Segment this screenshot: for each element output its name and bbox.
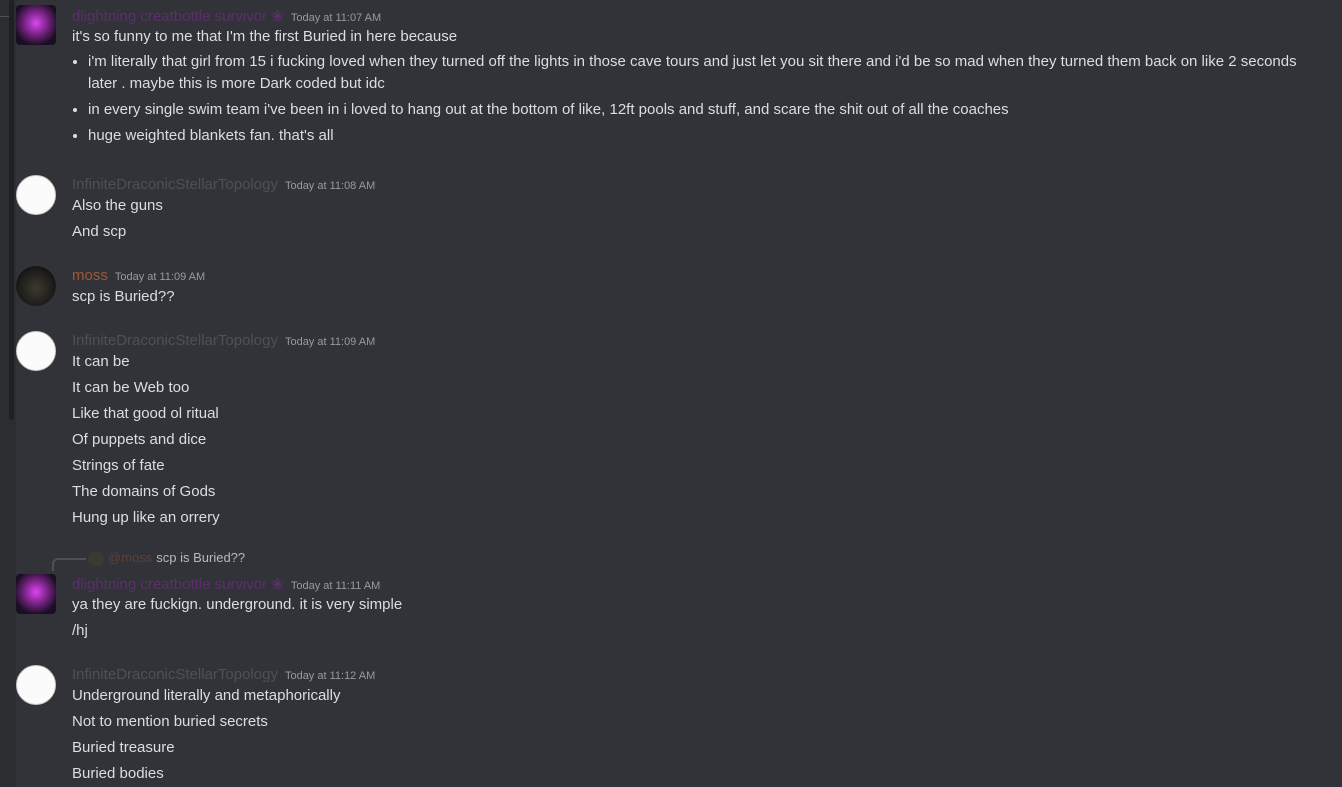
divider [0,16,9,17]
message-text: Like that good ol ritual [72,405,219,422]
message-header: moss Today at 11:09 AM [72,267,205,285]
chat-scrollbar[interactable] [0,0,16,787]
avatar[interactable] [16,175,56,215]
list-item: in every single swim team i've been in i… [88,99,1308,121]
timestamp: Today at 11:09 AM [114,271,206,283]
username[interactable]: moss [72,267,108,284]
username[interactable]: InfiniteDraconicStellarTopology [72,332,278,349]
avatar[interactable] [16,331,56,371]
message-text: scp is Buried?? [72,288,175,305]
timestamp: Today at 11:11 AM [290,580,381,592]
message-text: Also the guns [72,197,163,214]
avatar[interactable] [16,665,56,705]
scrollbar-thumb[interactable] [9,0,14,420]
username[interactable]: dlightning creatbottle survivor ❀ [72,8,284,25]
message-text: ya they are fuckign. underground. it is … [72,596,403,613]
message-text: Buried bodies [72,765,164,782]
message-text: it's so funny to me that I'm the first B… [72,28,458,45]
timestamp: Today at 11:12 AM [284,670,376,682]
message-text: Buried treasure [72,739,175,756]
reply-snippet[interactable]: scp is Buried?? [156,550,245,565]
timestamp: Today at 11:07 AM [290,12,382,24]
list-item: huge weighted blankets fan. that's all [88,125,1308,147]
message-header: dlightning creatbottle survivor ❀ Today a… [72,7,381,25]
avatar[interactable] [16,266,56,306]
message-text: It can be [72,353,130,370]
message-header: InfiniteDraconicStellarTopology Today at … [72,176,375,194]
timestamp: Today at 11:08 AM [284,180,376,192]
message-text: /hj [72,622,88,639]
message-header: InfiniteDraconicStellarTopology Today at … [72,332,375,350]
timestamp: Today at 11:09 AM [284,336,376,348]
list-item: i'm literally that girl from 15 i fuckin… [88,51,1308,95]
message-text: Of puppets and dice [72,431,207,448]
message-text: Strings of fate [72,457,165,474]
message-text: It can be Web too [72,379,190,396]
reply-spine [52,558,86,571]
avatar[interactable] [16,5,56,45]
message-header: dlightning creatbottle survivor ❀ Today a… [72,575,380,593]
reply-avatar [88,550,104,567]
reply-mention[interactable]: @moss [108,550,152,565]
username[interactable]: dlightning creatbottle survivor ❀ [72,576,284,593]
message-text: Underground literally and metaphorically [72,687,341,704]
username[interactable]: InfiniteDraconicStellarTopology [72,666,278,683]
username[interactable]: InfiniteDraconicStellarTopology [72,176,278,193]
bullet-list: i'm literally that girl from 15 i fuckin… [72,51,1308,151]
message-header: InfiniteDraconicStellarTopology Today at … [72,666,375,684]
message-text: And scp [72,223,127,240]
reply-preview[interactable]: @moss scp is Buried?? [88,550,245,568]
message-text: Not to mention buried secrets [72,713,268,730]
message-text: Hung up like an orrery [72,509,220,526]
avatar[interactable] [16,574,56,614]
message-text: The domains of Gods [72,483,216,500]
